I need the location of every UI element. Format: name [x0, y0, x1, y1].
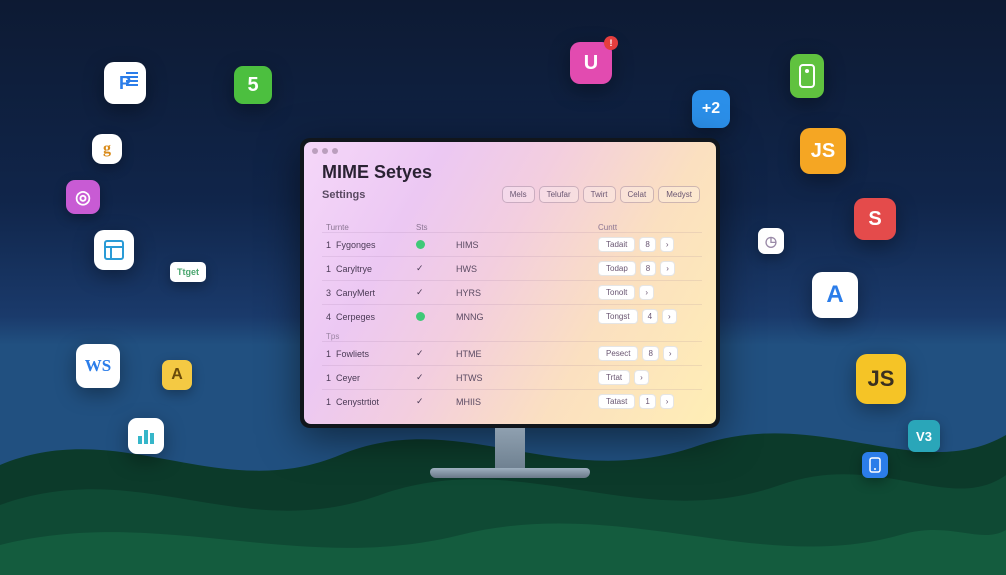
app-icon-plus2: +2: [692, 90, 730, 128]
row-action-button[interactable]: Tonolt: [598, 285, 635, 300]
app-icon-swirl: ◎: [66, 180, 100, 214]
column-headers: Turnte Sts Cuntt: [322, 223, 702, 232]
checkmark-icon: ✓: [416, 372, 424, 383]
settings-window: MIME Setyes Settings Mels Telufar Twirt …: [304, 142, 716, 424]
status-dot-icon: [416, 240, 425, 249]
row-type: MNNG: [456, 312, 598, 322]
table-row: 1 Fowliets✓ HTMEPesect 8 ›: [322, 341, 702, 365]
row-action-button[interactable]: Pesect: [598, 346, 638, 361]
section-label: Tps: [322, 332, 702, 341]
table-row: 4 Cerpeges MNNGTongst 4 ›: [322, 304, 702, 328]
col-status: Sts: [416, 223, 456, 232]
row-type: HTWS: [456, 373, 598, 383]
app-icon-g: g: [92, 134, 122, 164]
col-count: Cuntt: [598, 223, 698, 232]
chevron-right-icon[interactable]: ›: [660, 394, 675, 409]
chevron-right-icon[interactable]: ›: [662, 309, 677, 324]
traffic-lights[interactable]: [312, 148, 338, 154]
row-action-button[interactable]: Trtat: [598, 370, 630, 385]
page-title: MIME Setyes: [322, 162, 702, 183]
app-icon-u: U!: [570, 42, 612, 84]
app-icon-tag: Ttget: [170, 262, 206, 282]
tab-1[interactable]: Telufar: [539, 186, 579, 203]
app-icon-js-orange: JS: [800, 128, 846, 174]
row-name: 1 Fygonges: [326, 240, 416, 250]
table-row: 1 Ceyer✓ HTWSTrtat ›: [322, 365, 702, 389]
chevron-right-icon[interactable]: ›: [634, 370, 649, 385]
app-icon-s-red: S: [854, 198, 896, 240]
app-icon-js-yellow: JS: [856, 354, 906, 404]
app-icon-a-small: A: [162, 360, 192, 390]
row-type: HTME: [456, 349, 598, 359]
chevron-right-icon[interactable]: ›: [660, 261, 675, 276]
col-type: [456, 223, 598, 232]
count-button[interactable]: 8: [639, 237, 655, 252]
checkmark-icon: ✓: [416, 287, 424, 298]
count-button[interactable]: 4: [642, 309, 658, 324]
col-name: Turnte: [326, 223, 416, 232]
row-action-button[interactable]: Tongst: [598, 309, 638, 324]
status-dot-icon: [416, 312, 425, 321]
chevron-right-icon[interactable]: ›: [660, 237, 675, 252]
row-type: HWS: [456, 264, 598, 274]
row-action-button[interactable]: Tadait: [598, 237, 635, 252]
chevron-right-icon[interactable]: ›: [639, 285, 654, 300]
checkmark-icon: ✓: [416, 396, 424, 407]
row-name: 1 Ceyer: [326, 373, 416, 383]
count-button[interactable]: 8: [640, 261, 656, 276]
row-type: МHIIS: [456, 397, 598, 407]
monitor-bezel: MIME Setyes Settings Mels Telufar Twirt …: [300, 138, 720, 428]
checkmark-icon: ✓: [416, 348, 424, 359]
monitor-stand-neck: [495, 428, 525, 470]
app-icon-five: 5: [234, 66, 272, 104]
table-row: 3 CanyMert✓ HYRSTonolt ›: [322, 280, 702, 304]
row-type: HYRS: [456, 288, 598, 298]
tab-bar: Mels Telufar Twirt Celat Medyst: [502, 186, 700, 203]
row-type: HIMS: [456, 240, 598, 250]
chevron-right-icon[interactable]: ›: [663, 346, 678, 361]
app-icon-a-big: A: [812, 272, 858, 318]
tab-0[interactable]: Mels: [502, 186, 535, 203]
app-icon-bars: [128, 418, 164, 454]
app-icon-phone: [862, 452, 888, 478]
row-name: 1 Caryltrye: [326, 264, 416, 274]
app-icon-green-block: [790, 54, 824, 98]
tab-2[interactable]: Twirt: [583, 186, 616, 203]
count-button[interactable]: 1: [639, 394, 655, 409]
monitor: MIME Setyes Settings Mels Telufar Twirt …: [300, 138, 720, 478]
checkmark-icon: ✓: [416, 263, 424, 274]
app-icon-ws: WS: [76, 344, 120, 388]
table-row: 1 Cenystrtiot✓ МHIISTatast 1 ›: [322, 389, 702, 413]
monitor-stand-base: [430, 468, 590, 478]
row-name: 4 Cerpeges: [326, 312, 416, 322]
row-action-button[interactable]: Todap: [598, 261, 636, 276]
app-icon-p: P: [104, 62, 146, 104]
row-name: 1 Cenystrtiot: [326, 397, 416, 407]
row-action-button[interactable]: Tatast: [598, 394, 635, 409]
tab-3[interactable]: Celat: [620, 186, 655, 203]
table-row: 1 Caryltrye✓ HWSTodap 8 ›: [322, 256, 702, 280]
row-name: 1 Fowliets: [326, 349, 416, 359]
table-row: 1 Fygonges HIMSTadait 8 ›: [322, 232, 702, 256]
app-icon-clock: ◷: [758, 228, 784, 254]
row-name: 3 CanyMert: [326, 288, 416, 298]
tab-4[interactable]: Medyst: [658, 186, 700, 203]
app-icon-teal-box: [94, 230, 134, 270]
count-button[interactable]: 8: [642, 346, 658, 361]
app-icon-v: V3: [908, 420, 940, 452]
